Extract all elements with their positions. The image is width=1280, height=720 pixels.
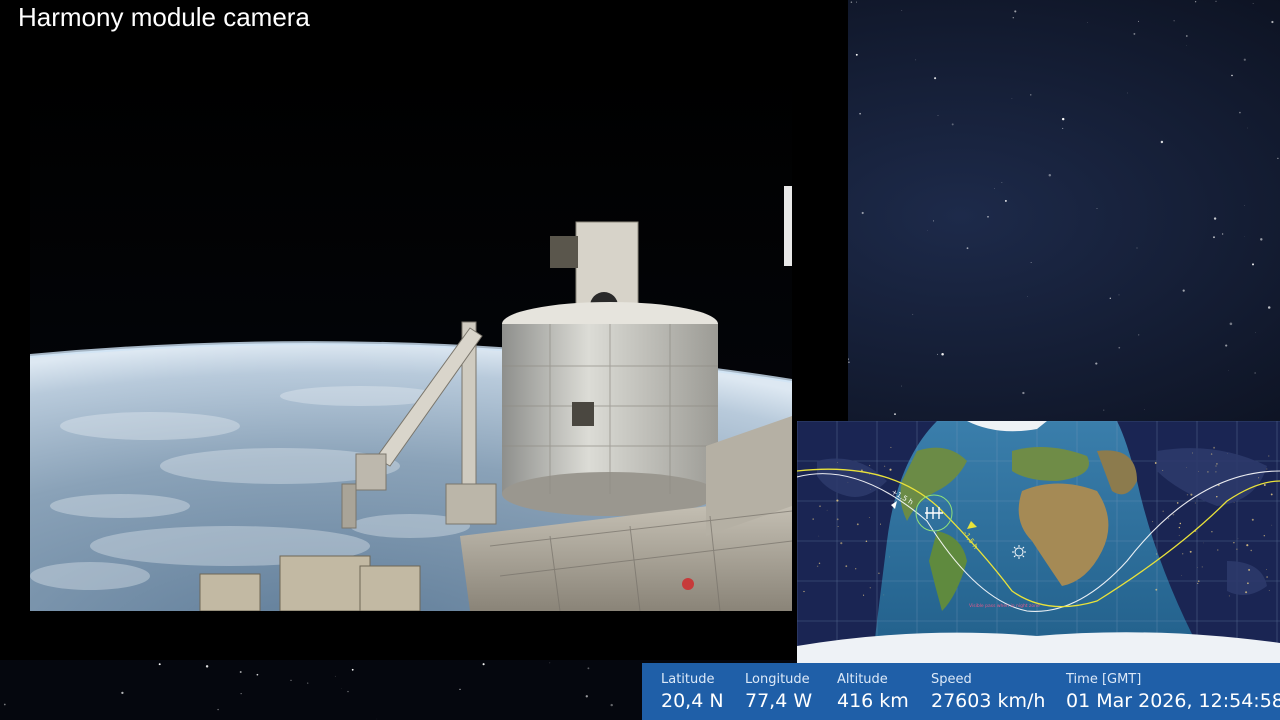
latitude-value: 20,4 N <box>661 690 724 712</box>
longitude-value: 77,4 W <box>745 690 813 712</box>
world-map: +1,5 h -1,5 h Visible pass when in night… <box>797 421 1280 663</box>
speed-label: Speed <box>931 672 972 687</box>
time-label: Time [GMT] <box>1066 672 1142 687</box>
telemetry-bar: Latitude 20,4 N Longitude 77,4 W Altitud… <box>642 663 1280 720</box>
earth-station-image <box>30 66 792 611</box>
time-value: 01 Mar 2026, 12:54:58 <box>1066 690 1280 712</box>
altitude-label: Altitude <box>837 672 888 687</box>
latitude-label: Latitude <box>661 672 715 687</box>
altitude-value: 416 km <box>837 690 909 712</box>
camera-video-frame: Harmony module camera <box>0 0 848 660</box>
iss-ground-track-map: +1,5 h -1,5 h Visible pass when in night… <box>797 421 1280 663</box>
speed-value: 27603 km/h <box>931 690 1046 712</box>
camera-title: Harmony module camera <box>18 2 310 32</box>
longitude-label: Longitude <box>745 672 810 687</box>
camera-view <box>30 66 792 611</box>
visibility-note: Visible pass when in night zone <box>969 603 1040 609</box>
